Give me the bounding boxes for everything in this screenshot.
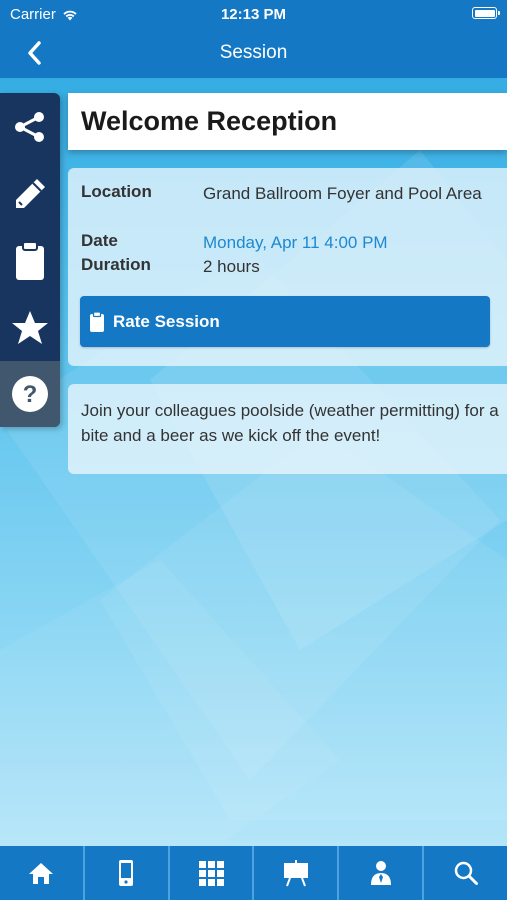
share-icon (15, 111, 44, 142)
star-icon (12, 310, 48, 344)
help-button[interactable]: ? (0, 361, 60, 427)
session-description-card: Join your colleagues poolside (weather p… (68, 384, 507, 474)
duration-value: 2 hours (203, 257, 260, 276)
session-details-card: Location Grand Ballroom Foyer and Pool A… (68, 168, 507, 366)
favorite-button[interactable] (0, 294, 60, 361)
share-button[interactable] (0, 93, 60, 160)
tab-speakers[interactable] (339, 846, 425, 900)
date-label: Date (81, 231, 118, 250)
home-icon (29, 863, 54, 884)
duration-label: Duration (81, 255, 151, 274)
location-value: Grand Ballroom Foyer and Pool Area (203, 184, 482, 203)
rate-session-label: Rate Session (113, 311, 220, 331)
mobile-icon (119, 860, 134, 886)
pencil-icon (16, 178, 45, 208)
status-time: 12:13 PM (220, 6, 287, 23)
qr-code-icon (199, 861, 225, 886)
presentation-icon (283, 860, 308, 887)
battery-icon (472, 7, 500, 19)
bottom-tab-bar (0, 846, 507, 900)
search-icon (454, 861, 478, 885)
session-title: Welcome Reception (81, 106, 338, 136)
speaker-icon (370, 861, 391, 885)
tab-qr-code[interactable] (170, 846, 255, 900)
svg-text:?: ? (23, 381, 38, 408)
tab-home[interactable] (0, 846, 85, 900)
survey-button[interactable] (0, 227, 60, 294)
session-description: Join your colleagues poolside (weather p… (81, 401, 499, 445)
side-action-menu: ? (0, 93, 60, 427)
session-title-card: Welcome Reception (68, 93, 507, 150)
help-icon: ? (12, 376, 48, 412)
status-bar: Carrier 12:13 PM (0, 0, 507, 30)
tab-mobile[interactable] (85, 846, 170, 900)
tab-search[interactable] (424, 846, 507, 900)
date-link[interactable]: Monday, Apr 11 4:00 PM (203, 231, 493, 255)
tab-presentations[interactable] (254, 846, 340, 900)
notes-button[interactable] (0, 160, 60, 227)
clipboard-icon (16, 240, 44, 280)
rate-session-button[interactable]: Rate Session (80, 296, 490, 347)
clipboard-icon (90, 310, 104, 332)
navigation-bar: Session (0, 30, 507, 78)
page-title: Session (219, 42, 288, 63)
location-label: Location (81, 182, 152, 201)
